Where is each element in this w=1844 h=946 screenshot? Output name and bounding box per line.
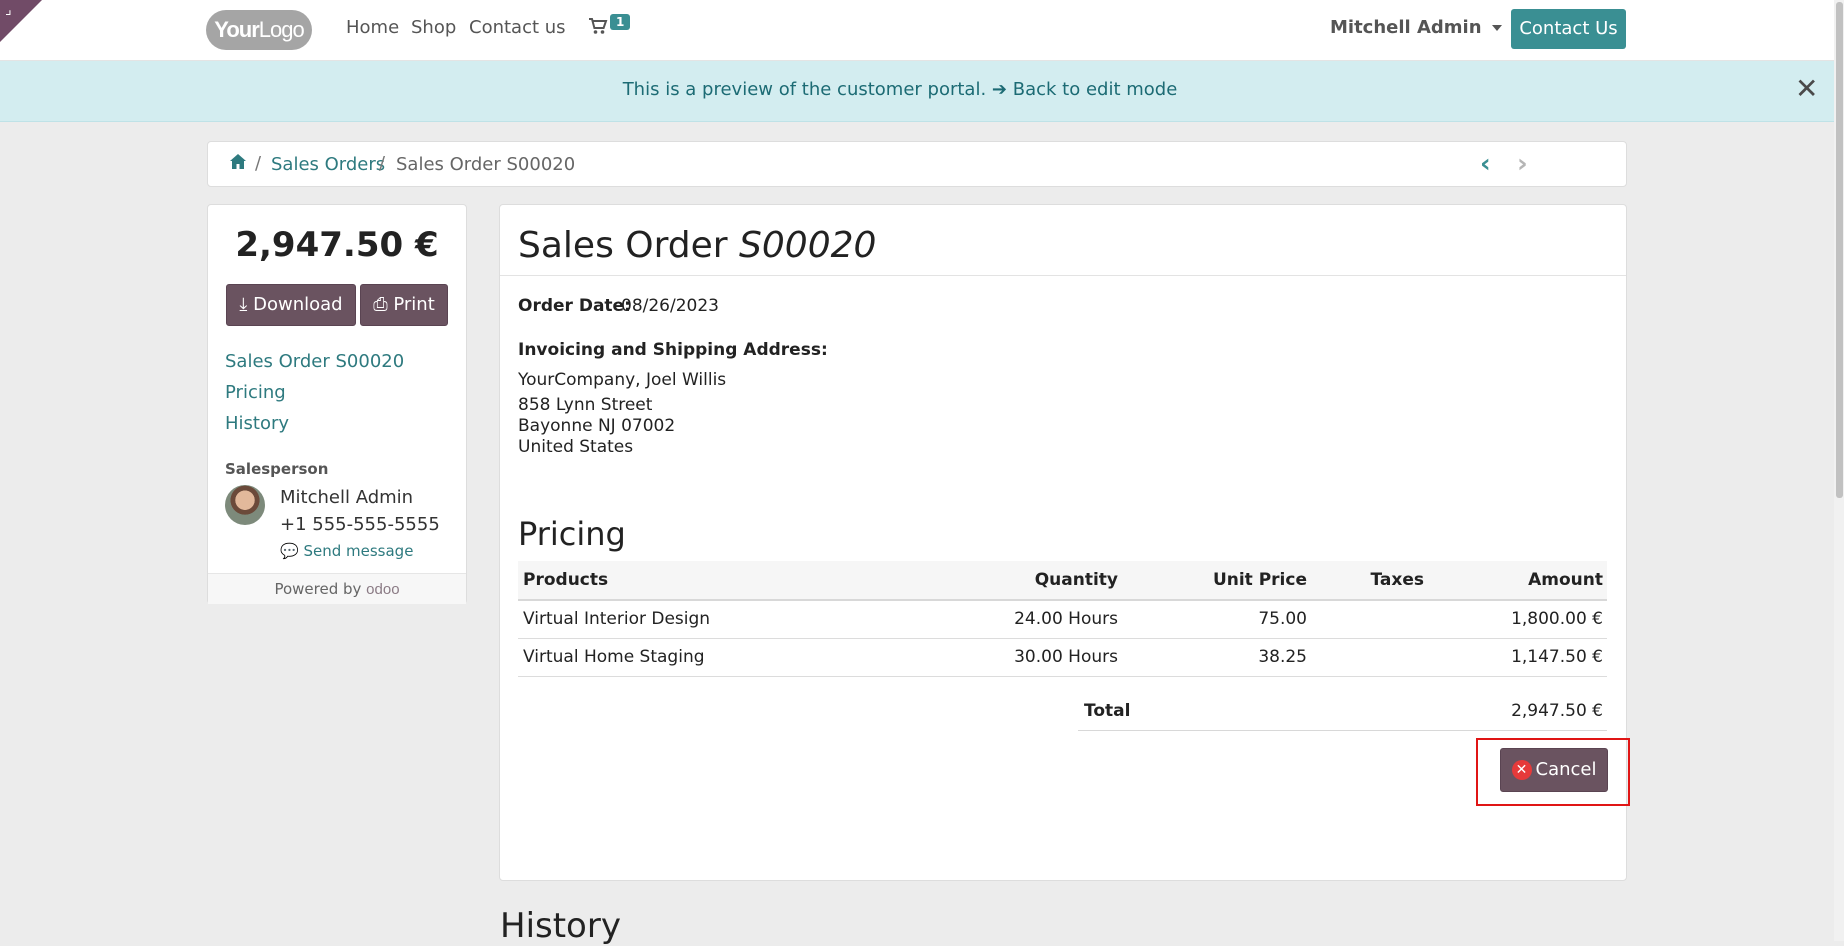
back-to-edit-link[interactable]: ➔ Back to edit mode (992, 79, 1177, 100)
sidebar-link-history[interactable]: History (225, 413, 289, 434)
sales-order-card: Sales Order S00020 Order Date: 08/26/202… (499, 204, 1627, 881)
user-name: Mitchell Admin (1330, 17, 1482, 38)
divider (500, 275, 1626, 276)
breadcrumb-sales-orders[interactable]: Sales Orders (271, 154, 385, 175)
address-label: Invoicing and Shipping Address: (518, 340, 828, 360)
product-name: Virtual Interior Design (523, 609, 711, 629)
order-sidebar: 2,947.50 € ⤓ Download ⎙ Print Sales Orde… (207, 204, 467, 604)
home-icon[interactable] (230, 153, 246, 174)
address-line: YourCompany, Joel Willis (518, 370, 727, 390)
col-amount: Amount (1528, 570, 1603, 590)
quantity: 24.00 Hours (1014, 609, 1118, 629)
table-row: Virtual Home Staging 30.00 Hours 38.25 1… (518, 638, 1607, 677)
order-reference: S00020 (739, 225, 877, 266)
arrow-right-icon: ➔ (991, 79, 1008, 100)
print-button[interactable]: ⎙ Print (360, 284, 448, 326)
company-logo[interactable]: YourLogo (206, 10, 312, 50)
col-quantity: Quantity (1034, 570, 1118, 590)
order-title: Sales Order S00020 (518, 225, 877, 266)
product-name: Virtual Home Staging (523, 647, 705, 667)
user-menu-dropdown[interactable]: Mitchell Admin (1330, 17, 1502, 38)
breadcrumb-separator: / (379, 153, 386, 174)
sidebar-link-sales-order[interactable]: Sales Order S00020 (225, 351, 404, 372)
salesperson-name: Mitchell Admin (280, 487, 414, 508)
address-line: 858 Lynn Street (518, 395, 653, 415)
order-total-amount: 2,947.50 € (235, 225, 439, 265)
caret-down-icon (1491, 25, 1502, 31)
table-row: Virtual Interior Design 24.00 Hours 75.0… (518, 600, 1607, 639)
nav-home[interactable]: Home (346, 17, 399, 38)
unit-price: 75.00 (1258, 609, 1307, 629)
download-icon: ⤓ (239, 294, 248, 315)
pricing-heading: Pricing (518, 515, 626, 553)
odoo-logo[interactable]: odoo (366, 581, 399, 598)
edit-corner-icon: ⌟ (5, 2, 12, 18)
unit-price: 38.25 (1258, 647, 1307, 667)
pricing-table-header: Products Quantity Unit Price Taxes Amoun… (518, 561, 1607, 601)
cart-icon[interactable] (588, 17, 608, 40)
download-button[interactable]: ⤓ Download (226, 284, 356, 326)
amount: 1,147.50 € (1511, 647, 1603, 667)
nav-contact-us[interactable]: Contact us (469, 17, 566, 38)
send-message-link[interactable]: 💬 Send message (280, 542, 413, 560)
print-icon: ⎙ (373, 294, 388, 315)
portal-preview-banner: This is a preview of the customer portal… (0, 61, 1834, 122)
sidebar-link-pricing[interactable]: Pricing (225, 382, 286, 403)
highlight-box (1476, 738, 1630, 806)
salesperson-avatar (225, 485, 265, 525)
total-label: Total (1084, 701, 1131, 721)
banner-message: This is a preview of the customer portal… (622, 79, 1178, 100)
breadcrumb-separator: / (255, 153, 262, 174)
chevron-right-icon[interactable]: › (1517, 149, 1528, 179)
col-taxes: Taxes (1370, 570, 1425, 590)
quantity: 30.00 Hours (1014, 647, 1118, 667)
top-navbar: YourLogo Home Shop Contact us 1 Mitchell… (0, 0, 1834, 61)
col-unit-price: Unit Price (1212, 570, 1307, 590)
divider (1078, 730, 1607, 731)
cart-count-badge: 1 (610, 14, 631, 30)
address-line: United States (518, 437, 634, 457)
contact-us-button[interactable]: Contact Us (1511, 9, 1626, 49)
history-heading: History (500, 906, 621, 946)
scrollbar-thumb[interactable] (1836, 2, 1843, 498)
breadcrumb: / Sales Orders / Sales Order S00020 ‹ › (207, 141, 1627, 187)
address-line: Bayonne NJ 07002 (518, 416, 676, 436)
order-date-value: 08/26/2023 (621, 296, 719, 316)
order-date-label: Order Date: (518, 296, 631, 316)
comment-icon: 💬 (280, 542, 299, 560)
close-icon[interactable]: ✕ (1795, 75, 1818, 103)
amount: 1,800.00 € (1511, 609, 1603, 629)
salesperson-label: Salesperson (225, 460, 329, 478)
salesperson-phone: +1 555-555-5555 (280, 514, 440, 535)
col-products: Products (523, 570, 609, 590)
breadcrumb-current: Sales Order S00020 (396, 154, 576, 175)
powered-by-footer: Powered by odoo (208, 573, 466, 604)
chevron-left-icon[interactable]: ‹ (1480, 149, 1491, 179)
nav-shop[interactable]: Shop (411, 17, 456, 38)
total-value: 2,947.50 € (1511, 701, 1603, 721)
